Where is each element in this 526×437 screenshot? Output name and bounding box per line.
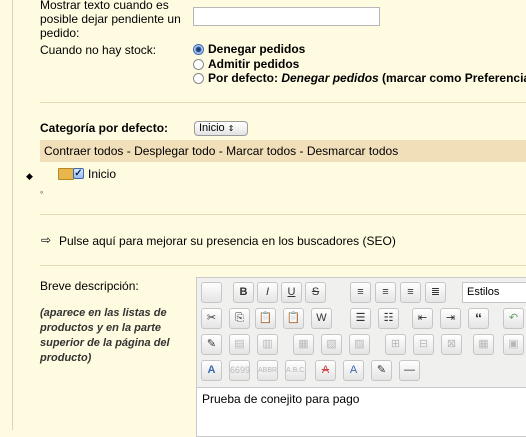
radio-deny-orders-label[interactable]: Denegar pedidos — [208, 42, 305, 56]
strikethrough-icon[interactable]: S — [305, 282, 326, 303]
numbered-list-icon[interactable]: ☷ — [378, 308, 399, 329]
radio-deny-orders[interactable] — [193, 44, 204, 55]
outdent-icon[interactable]: ⇤ — [412, 308, 433, 329]
radio-allow-orders-label[interactable]: Admitir pedidos — [208, 57, 299, 71]
editor-toolbar: B I U S ≡ ≡ ≡ ≣ Estilos ✂ ⎘ 📋 📋 W ☰ ☷ ⇤ … — [197, 278, 526, 388]
arrow-right-icon: ⇨ — [41, 233, 52, 247]
collapse-all-link[interactable]: Contraer todos — [44, 144, 123, 158]
underline-icon[interactable]: U — [281, 282, 302, 303]
rule-icon[interactable]: — — [399, 360, 420, 381]
text-style-icon[interactable]: A — [201, 360, 222, 381]
cell-icon[interactable]: ▨ — [349, 334, 370, 355]
left-border — [12, 0, 13, 430]
abbr-icon[interactable]: ABBR — [257, 360, 278, 381]
stock-label: Cuando no hay stock: — [40, 43, 157, 57]
rich-text-editor[interactable]: B I U S ≡ ≡ ≡ ≣ Estilos ✂ ⎘ 📋 📋 W ☰ ☷ ⇤ … — [196, 277, 526, 437]
split-icon[interactable]: ⊟ — [413, 334, 434, 355]
copy-icon[interactable]: ⎘ — [229, 308, 250, 329]
bold-icon[interactable]: B — [233, 282, 254, 303]
table-row-icon[interactable]: ▤ — [229, 334, 250, 355]
table-extra-icon[interactable]: ▣ — [503, 334, 524, 355]
table-insert-icon[interactable]: ▦ — [293, 334, 314, 355]
short-description-label: Breve descripción: — [40, 279, 139, 293]
radio-allow-orders[interactable] — [193, 59, 204, 70]
attribs-icon[interactable]: ✎ — [371, 360, 392, 381]
cut-icon[interactable]: ✂ — [201, 308, 222, 329]
paste-text-icon[interactable]: 📋 — [283, 308, 304, 329]
undo-icon[interactable]: ↶ — [503, 308, 524, 329]
mark-all-link[interactable]: Marcar todos — [226, 144, 296, 158]
align-justify-icon[interactable]: ≣ — [425, 282, 446, 303]
expand-all-link[interactable]: Desplegar todo — [134, 144, 215, 158]
styles-select[interactable]: Estilos — [462, 282, 526, 303]
category-label: Categoría por defecto: — [40, 121, 169, 135]
category-select[interactable]: Inicio ⇕ — [194, 121, 248, 136]
table-delete-icon[interactable]: ▧ — [321, 334, 342, 355]
edit-icon[interactable]: ✎ — [201, 334, 222, 355]
pending-text-label: Mostrar texto cuando es posible dejar pe… — [40, 0, 181, 40]
quote-icon[interactable]: 6699 — [229, 360, 250, 381]
pending-text-input[interactable] — [193, 7, 380, 26]
paste-icon[interactable]: 📋 — [255, 308, 276, 329]
radio-default[interactable] — [193, 73, 204, 84]
seo-link[interactable]: Pulse aquí para mejorar su presencia en … — [59, 234, 396, 248]
align-left-icon[interactable]: ≡ — [350, 282, 371, 303]
divider-3 — [40, 265, 526, 266]
tree-bullet-root: ◆ — [26, 171, 33, 181]
short-description-note: (aparece en las listas de productos y en… — [40, 307, 170, 364]
acronym-icon[interactable]: A.B.C. — [285, 360, 306, 381]
merge-icon[interactable]: ⊞ — [385, 334, 406, 355]
bullet-list-icon[interactable]: ☰ — [350, 308, 371, 329]
category-actions-bar: Contraer todos - Desplegar todo - Marcar… — [40, 140, 526, 162]
divider-2 — [40, 214, 526, 215]
radio-default-label[interactable]: Por defecto: Denegar pedidos (marcar com… — [208, 71, 526, 85]
indent-icon[interactable]: ⇥ — [440, 308, 461, 329]
unmark-all-link[interactable]: Desmarcar todos — [307, 144, 398, 158]
sep-1: - — [123, 144, 135, 158]
table-col-icon[interactable]: ▥ — [257, 334, 278, 355]
align-center-icon[interactable]: ≡ — [375, 282, 396, 303]
category-tree-root-label[interactable]: Inicio — [88, 167, 116, 181]
new-document-icon[interactable] — [201, 282, 222, 303]
blockquote-icon[interactable]: “ — [468, 308, 489, 329]
align-right-icon[interactable]: ≡ — [400, 282, 421, 303]
stepper-icon: ⇕ — [227, 124, 235, 133]
strike-icon[interactable]: A — [315, 360, 336, 381]
tree-bullet-empty: ◦ — [40, 187, 44, 197]
table-icon[interactable]: ▦ — [473, 334, 494, 355]
sep-2: - — [215, 144, 227, 158]
divider-1 — [40, 102, 526, 103]
folder-icon — [58, 168, 74, 180]
category-checkbox[interactable]: ✓ — [73, 168, 84, 179]
char-icon[interactable]: A — [343, 360, 364, 381]
sep-3: - — [296, 144, 307, 158]
editor-content[interactable]: Prueba de conejito para pago — [202, 392, 359, 406]
italic-icon[interactable]: I — [257, 282, 278, 303]
paste-word-icon[interactable]: W — [311, 308, 332, 329]
table-props-icon[interactable]: ⊠ — [441, 334, 462, 355]
